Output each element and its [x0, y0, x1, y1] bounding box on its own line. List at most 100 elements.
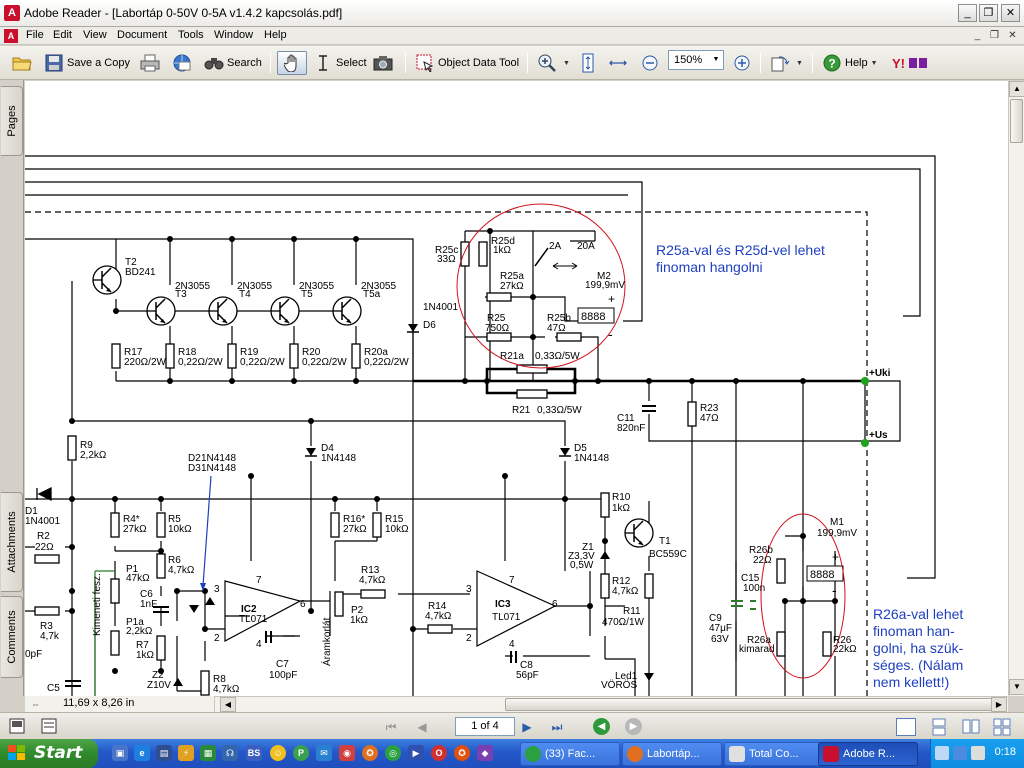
go-back-button[interactable]: ◀ — [593, 718, 610, 735]
print-button[interactable] — [140, 51, 163, 75]
resistor-r15-symbol — [372, 512, 382, 538]
quicklaunch-firefox2-icon[interactable]: ✪ — [454, 745, 470, 761]
schematic-label-c11-val: 820nF — [617, 423, 645, 434]
chevron-down-icon: ▼ — [870, 59, 878, 67]
start-button[interactable]: Start — [0, 739, 98, 768]
quicklaunch-extra-icon[interactable]: ◆ — [477, 745, 493, 761]
quicklaunch-p-icon[interactable]: P — [293, 745, 309, 761]
fit-height-button[interactable] — [578, 51, 601, 75]
tab-attachments[interactable]: Attachments — [1, 492, 23, 592]
document-icon[interactable]: A — [4, 29, 18, 43]
menu-view[interactable]: View — [83, 29, 107, 41]
quicklaunch-network-icon[interactable]: ☊ — [222, 745, 238, 761]
single-page-icon[interactable] — [8, 718, 28, 736]
maximize-button[interactable]: ❐ — [979, 4, 998, 22]
doc-minimize-button[interactable]: _ — [970, 29, 985, 42]
menu-window[interactable]: Window — [214, 29, 253, 41]
quicklaunch-smiley-icon[interactable]: ☺ — [270, 745, 286, 761]
schematic-label-d5-type: 1N4148 — [574, 453, 609, 464]
quicklaunch-desktop-icon[interactable]: ▣ — [112, 745, 128, 761]
zoom-select[interactable]: 150% ▼ — [668, 50, 724, 70]
schematic-label-uki: +Uki — [869, 368, 891, 379]
doc-restore-button[interactable]: ❐ — [987, 29, 1002, 42]
menu-file[interactable]: File — [26, 29, 44, 41]
quicklaunch-chrome-icon[interactable]: ◎ — [385, 745, 401, 761]
page-size-arrows-icon: ⇔ — [31, 699, 40, 709]
quicklaunch-bs-icon[interactable]: BS — [246, 745, 262, 761]
tray-volume-icon[interactable] — [971, 746, 985, 760]
schematic-label-minus-m1: - — [832, 582, 837, 598]
tab-comments-label: Comments — [5, 610, 18, 664]
led1-symbol — [644, 673, 654, 681]
go-forward-button[interactable]: ▶ — [625, 718, 642, 735]
menu-edit[interactable]: Edit — [53, 29, 72, 41]
quicklaunch-folder-icon[interactable]: ▤ — [156, 745, 172, 761]
close-button[interactable]: ✕ — [1001, 4, 1020, 22]
page-number-field[interactable]: 1 of 4 — [455, 717, 515, 736]
taskbar-item-adobe-reader[interactable]: Adobe R... — [818, 742, 918, 766]
taskbar-item-firefox[interactable]: Labortáp... — [622, 742, 722, 766]
schematic-label-plus-m1: + — [832, 550, 839, 564]
zoom-in-button[interactable] — [732, 51, 755, 75]
help-button[interactable]: ? Help ▼ — [822, 51, 878, 75]
minimize-button[interactable]: _ — [958, 4, 977, 22]
continuous-facing-view-button[interactable] — [993, 718, 1013, 736]
scroll-down-button[interactable]: ▼ — [1009, 679, 1024, 695]
schematic-label-d6-type: 1N4001 — [423, 302, 458, 313]
open-button[interactable] — [12, 51, 35, 75]
tray-network-icon[interactable] — [953, 746, 967, 760]
first-page-button[interactable]: ⏮ — [382, 718, 400, 736]
last-page-button[interactable]: ⏭ — [548, 718, 566, 736]
continuous-view-button[interactable] — [930, 718, 950, 736]
vertical-scrollbar[interactable]: ▲ ▼ — [1008, 81, 1024, 696]
email-button[interactable] — [172, 51, 195, 75]
object-data-tool-button[interactable]: Object Data Tool — [415, 51, 519, 75]
schematic-label-r5-val: 10kΩ — [168, 524, 192, 535]
tab-comments[interactable]: Comments — [1, 596, 23, 678]
single-page-view-button[interactable] — [896, 718, 916, 736]
tray-chevron-icon[interactable] — [935, 746, 949, 760]
chevron-down-icon: ▼ — [712, 56, 720, 63]
quicklaunch-opera-icon[interactable]: O — [431, 745, 447, 761]
schematic-label-z2-val: Z10V — [147, 680, 171, 691]
quicklaunch-media-icon[interactable]: ◉ — [339, 745, 355, 761]
zoom-in-tool-button[interactable]: ▼ — [537, 51, 570, 75]
schematic-label-p1a-val: 2,2kΩ — [126, 626, 153, 637]
taskbar-item-chrome[interactable]: (33) Fac... — [520, 742, 620, 766]
quicklaunch-app-icon[interactable]: ▦ — [200, 745, 216, 761]
vertical-scroll-thumb[interactable] — [1010, 99, 1023, 143]
schematic-label-c9-val: 47μF — [709, 623, 732, 634]
quicklaunch-tool-icon[interactable]: ⚡ — [178, 745, 194, 761]
previous-page-button[interactable]: ◀ — [413, 718, 431, 736]
doc-close-button[interactable]: ✕ — [1005, 29, 1020, 42]
zoom-out-button[interactable] — [640, 51, 663, 75]
facing-view-button[interactable] — [962, 718, 982, 736]
quicklaunch-ie-icon[interactable]: e — [134, 745, 150, 761]
save-copy-button[interactable]: Save a Copy — [44, 51, 130, 75]
menu-document[interactable]: Document — [117, 29, 167, 41]
panel-toggle-icon[interactable] — [40, 718, 60, 736]
select-tool-button[interactable]: Select — [313, 51, 367, 75]
schematic-label-r25c-val: 33Ω — [437, 254, 456, 265]
fit-width-button[interactable] — [608, 51, 631, 75]
document-view[interactable]: T2 BD241 2N3055 T3 2N3055 T4 2N3055 T5 2… — [25, 81, 1008, 696]
quicklaunch-player-icon[interactable]: ▶ — [408, 745, 424, 761]
hand-tool-button[interactable] — [277, 51, 307, 75]
scroll-up-button[interactable]: ▲ — [1009, 81, 1024, 97]
search-button[interactable]: Search — [204, 51, 262, 75]
next-page-button[interactable]: ▶ — [518, 718, 536, 736]
scroll-right-button[interactable]: ▶ — [991, 697, 1007, 712]
menu-help[interactable]: Help — [264, 29, 287, 41]
yahoo-toolbar-button[interactable]: Y! — [890, 51, 933, 75]
scroll-left-button[interactable]: ◀ — [220, 697, 236, 712]
rotate-button[interactable]: ▼ — [770, 51, 803, 75]
taskbar-item-total-commander[interactable]: Total Co... — [724, 742, 824, 766]
tab-pages[interactable]: Pages — [1, 86, 23, 156]
quicklaunch-mail-icon[interactable]: ✉ — [316, 745, 332, 761]
toolbar-divider — [405, 53, 406, 73]
schematic-label-note-bottom5: nem kellett!) — [873, 674, 949, 690]
menu-tools[interactable]: Tools — [178, 29, 204, 41]
snapshot-button[interactable] — [373, 51, 396, 75]
horizontal-scroll-thumb[interactable] — [505, 698, 1005, 711]
quicklaunch-firefox-icon[interactable]: ✪ — [362, 745, 378, 761]
